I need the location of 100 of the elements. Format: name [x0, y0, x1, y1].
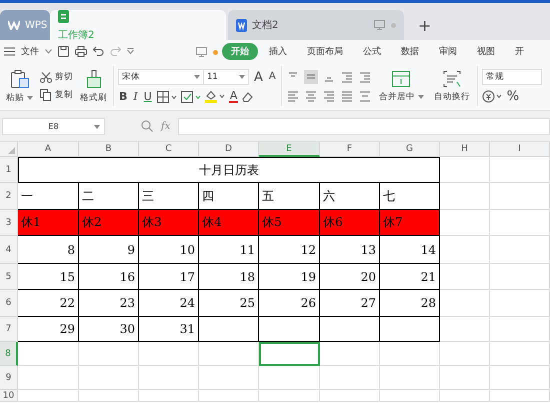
monitor-icon[interactable]: [196, 47, 207, 57]
zoom-icon[interactable]: [141, 120, 153, 132]
wrap-text-button[interactable]: 自动换行: [430, 68, 473, 104]
font-size-dropdown[interactable]: 11: [203, 69, 249, 85]
align-icon[interactable]: [322, 88, 336, 102]
ribbon-tab[interactable]: 审阅: [430, 42, 466, 60]
window-tab[interactable]: 文档2: [228, 10, 404, 40]
table-cell: 13: [320, 236, 380, 264]
print-icon[interactable]: [75, 46, 87, 56]
caret-icon[interactable]: [94, 124, 100, 128]
new-tab-button[interactable]: +: [410, 10, 440, 40]
select-all-icon[interactable]: [8, 147, 15, 154]
ribbon-tab[interactable]: 视图: [468, 42, 504, 60]
redo-icon[interactable]: [110, 46, 121, 56]
table-cell: 23: [79, 290, 139, 317]
row-header[interactable]: 9: [0, 366, 18, 390]
column-header[interactable]: E: [259, 142, 320, 157]
monitor-icon[interactable]: [374, 20, 385, 30]
caret-icon[interactable]: [239, 75, 245, 79]
table-cell: 20: [320, 264, 380, 290]
document-icon: [236, 18, 247, 32]
row-header[interactable]: 3: [0, 210, 18, 236]
merge-center-button[interactable]: 合并居中: [376, 68, 427, 104]
name-box[interactable]: E8: [2, 118, 105, 134]
column-header[interactable]: B: [79, 142, 139, 157]
paste-button[interactable]: 粘贴: [4, 68, 35, 104]
table-cell: 30: [79, 317, 139, 342]
ribbon-tab[interactable]: 开: [506, 42, 533, 60]
caret-icon[interactable]: [194, 75, 200, 79]
increase-font-button[interactable]: A: [253, 70, 264, 84]
ribbon-tab[interactable]: 数据: [392, 42, 428, 60]
chevron-down-icon[interactable]: [45, 48, 52, 54]
table-cell: 休2: [79, 210, 139, 236]
italic-button[interactable]: I: [132, 91, 139, 102]
ribbon-tab[interactable]: 页面布局: [298, 42, 352, 60]
table-cell: 25: [199, 290, 259, 317]
align-icon[interactable]: [304, 88, 318, 102]
caret-icon[interactable]: [418, 94, 424, 98]
align-icon[interactable]: [304, 70, 318, 84]
column-header[interactable]: H: [440, 142, 490, 157]
column-header[interactable]: C: [139, 142, 199, 157]
row-header[interactable]: 4: [0, 236, 18, 264]
column-header[interactable]: D: [199, 142, 259, 157]
cut-button[interactable]: 剪切: [39, 70, 74, 84]
save-icon[interactable]: [58, 46, 69, 56]
table-cell: 11: [199, 236, 259, 264]
empty-cell[interactable]: [259, 317, 320, 342]
row-header[interactable]: 7: [0, 317, 18, 342]
ribbon-tab[interactable]: 插入: [260, 42, 296, 60]
table-cell: 22: [18, 290, 79, 317]
table-cell: 17: [139, 264, 199, 290]
clipboard-icon: [10, 68, 30, 88]
align-icon[interactable]: [340, 88, 354, 102]
fill-color-icon[interactable]: [204, 90, 225, 103]
borders-icon[interactable]: [156, 90, 177, 102]
align-icon[interactable]: [358, 88, 372, 102]
row-header[interactable]: 2: [0, 183, 18, 210]
row-header[interactable]: 6: [0, 290, 18, 317]
undo-icon[interactable]: [93, 46, 104, 56]
align-icon[interactable]: [358, 70, 372, 84]
cell-style-icon[interactable]: [180, 90, 201, 102]
empty-cell[interactable]: [320, 317, 380, 342]
percent-button[interactable]: %: [506, 90, 520, 103]
row-header[interactable]: 10: [0, 390, 18, 402]
table-cell: 26: [259, 290, 320, 317]
status-dot-icon: [213, 50, 218, 54]
number-format-dropdown[interactable]: 常规: [482, 69, 542, 85]
copy-icon: [40, 89, 52, 101]
eraser-icon[interactable]: [242, 90, 254, 102]
table-cell: 18: [199, 264, 259, 290]
formula-input[interactable]: [178, 118, 550, 134]
row-header[interactable]: 1: [0, 157, 18, 183]
ribbon-tab[interactable]: 公式: [354, 42, 390, 60]
font-color-button[interactable]: A: [228, 90, 238, 103]
wps-logo-icon: [8, 20, 20, 30]
column-header[interactable]: A: [18, 142, 79, 157]
table-cell: 休7: [380, 210, 440, 236]
align-icon[interactable]: [340, 70, 354, 84]
format-painter-button[interactable]: 格式刷: [78, 68, 109, 104]
decrease-font-button[interactable]: A: [268, 72, 277, 82]
column-header[interactable]: G: [380, 142, 440, 157]
currency-icon[interactable]: [482, 90, 502, 103]
menu-icon[interactable]: [4, 46, 15, 56]
column-header[interactable]: I: [490, 142, 550, 157]
table-cell: 31: [139, 317, 199, 342]
font-name-dropdown[interactable]: 宋体: [118, 69, 204, 85]
bold-button[interactable]: B: [118, 91, 128, 102]
align-icon[interactable]: [286, 88, 300, 102]
caret-icon[interactable]: [27, 96, 33, 100]
paintbrush-icon: [84, 68, 102, 88]
merge-cells-icon: [391, 70, 412, 88]
underline-button[interactable]: U: [142, 91, 153, 102]
column-header[interactable]: F: [320, 142, 380, 157]
chevron-down-icon[interactable]: [127, 48, 134, 54]
file-menu[interactable]: 文件: [21, 44, 39, 58]
empty-cell[interactable]: [199, 317, 259, 342]
selected-cell[interactable]: [259, 342, 320, 366]
empty-cell[interactable]: [380, 317, 440, 342]
copy-button[interactable]: 复制: [39, 88, 74, 102]
row-header[interactable]: 5: [0, 264, 18, 290]
